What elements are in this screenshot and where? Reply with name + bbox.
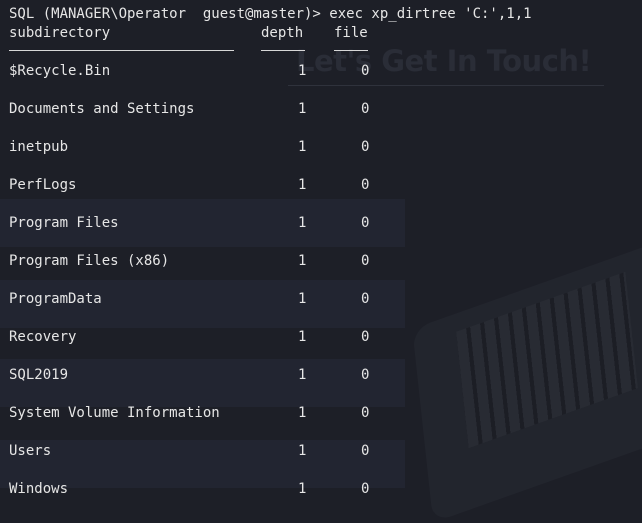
depth-cell: 1 [298,101,307,117]
subdirectory-cell: Program Files [9,215,119,231]
table-row: inetpub 1 0 [0,138,420,176]
table-row: Documents and Settings 1 0 [0,100,420,138]
file-cell: 0 [361,291,370,307]
file-cell: 0 [361,177,370,193]
subdirectory-cell: PerfLogs [9,177,77,193]
table-row: System Volume Information 1 0 [0,404,420,442]
header-underline-depth [261,50,305,51]
subdirectory-cell: Users [9,443,52,459]
subdirectory-cell: Recovery [9,329,77,345]
subdirectory-cell: SQL2019 [9,367,69,383]
subdirectory-cell: inetpub [9,139,69,155]
table-row: PerfLogs 1 0 [0,176,420,214]
header-underline-file [334,50,368,51]
subdirectory-cell: System Volume Information [9,405,220,421]
table-row: Users 1 0 [0,442,420,480]
column-header-file: file [334,25,368,41]
depth-cell: 1 [298,329,307,345]
header-underline-subdirectory [9,50,234,51]
table-row: Windows 1 0 [0,480,420,518]
table-row: Recovery 1 0 [0,328,420,366]
column-header-subdirectory: subdirectory [9,25,111,41]
file-cell: 0 [361,367,370,383]
file-cell: 0 [361,481,370,497]
subdirectory-cell: $Recycle.Bin [9,63,111,79]
depth-cell: 1 [298,367,307,383]
depth-cell: 1 [298,177,307,193]
file-cell: 0 [361,215,370,231]
depth-cell: 1 [298,291,307,307]
depth-cell: 1 [298,63,307,79]
file-cell: 0 [361,443,370,459]
file-cell: 0 [361,329,370,345]
table-row: Program Files 1 0 [0,214,420,252]
depth-cell: 1 [298,253,307,269]
table-row: $Recycle.Bin 1 0 [0,62,420,100]
file-cell: 0 [361,405,370,421]
file-cell: 0 [361,139,370,155]
table-row: SQL2019 1 0 [0,366,420,404]
depth-cell: 1 [298,139,307,155]
subdirectory-cell: Windows [9,481,69,497]
subdirectory-cell: ProgramData [9,291,102,307]
table-row: ProgramData 1 0 [0,290,420,328]
subdirectory-cell: Documents and Settings [9,101,195,117]
file-cell: 0 [361,63,370,79]
terminal-command-line: SQL (MANAGER\Operator guest@master)> exe… [9,6,532,22]
depth-cell: 1 [298,443,307,459]
file-cell: 0 [361,101,370,117]
file-cell: 0 [361,253,370,269]
depth-cell: 1 [298,215,307,231]
subdirectory-cell: Program Files (x86) [9,253,170,269]
table-row: Program Files (x86) 1 0 [0,252,420,290]
column-header-depth: depth [261,25,304,41]
depth-cell: 1 [298,405,307,421]
depth-cell: 1 [298,481,307,497]
